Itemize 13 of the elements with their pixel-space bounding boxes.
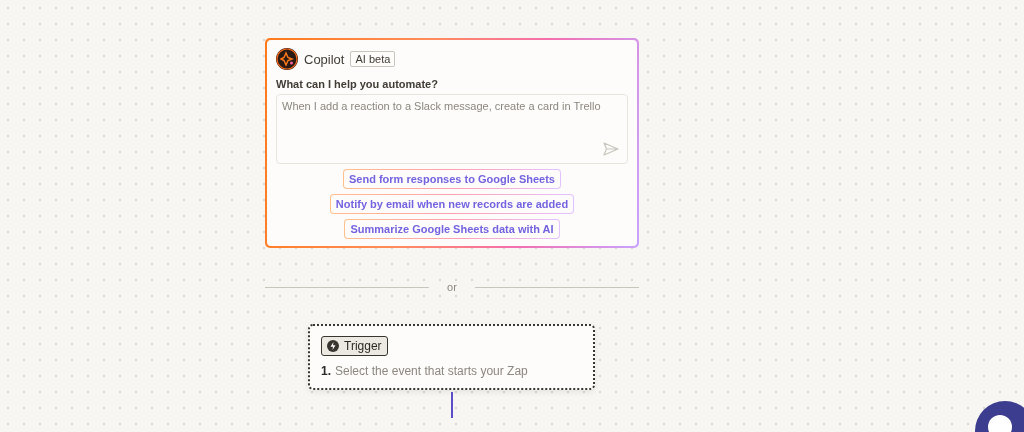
trigger-card[interactable]: Trigger 1. Select the event that starts your Zap	[308, 324, 595, 390]
step-description: 1. Select the event that starts your Zap	[321, 364, 528, 378]
prompt-label: What can I help you automate?	[276, 78, 439, 90]
suggestion-button[interactable]: Send form responses to Google Sheets	[343, 169, 561, 189]
suggestion-button[interactable]: Notify by email when new records are added	[329, 194, 575, 214]
copilot-title: Copilot	[304, 51, 345, 67]
bolt-icon	[327, 340, 339, 352]
beta-badge: AI beta	[350, 51, 396, 67]
prompt-field[interactable]: When I add a reaction to a Slack message, create a card in Trello	[277, 95, 627, 163]
suggestion-button[interactable]: Summarize Google Sheets data with AI	[344, 219, 560, 239]
divider-label: or	[446, 281, 458, 293]
trigger-button[interactable]: Trigger	[321, 336, 388, 356]
sparkle-logo-icon	[276, 48, 298, 70]
